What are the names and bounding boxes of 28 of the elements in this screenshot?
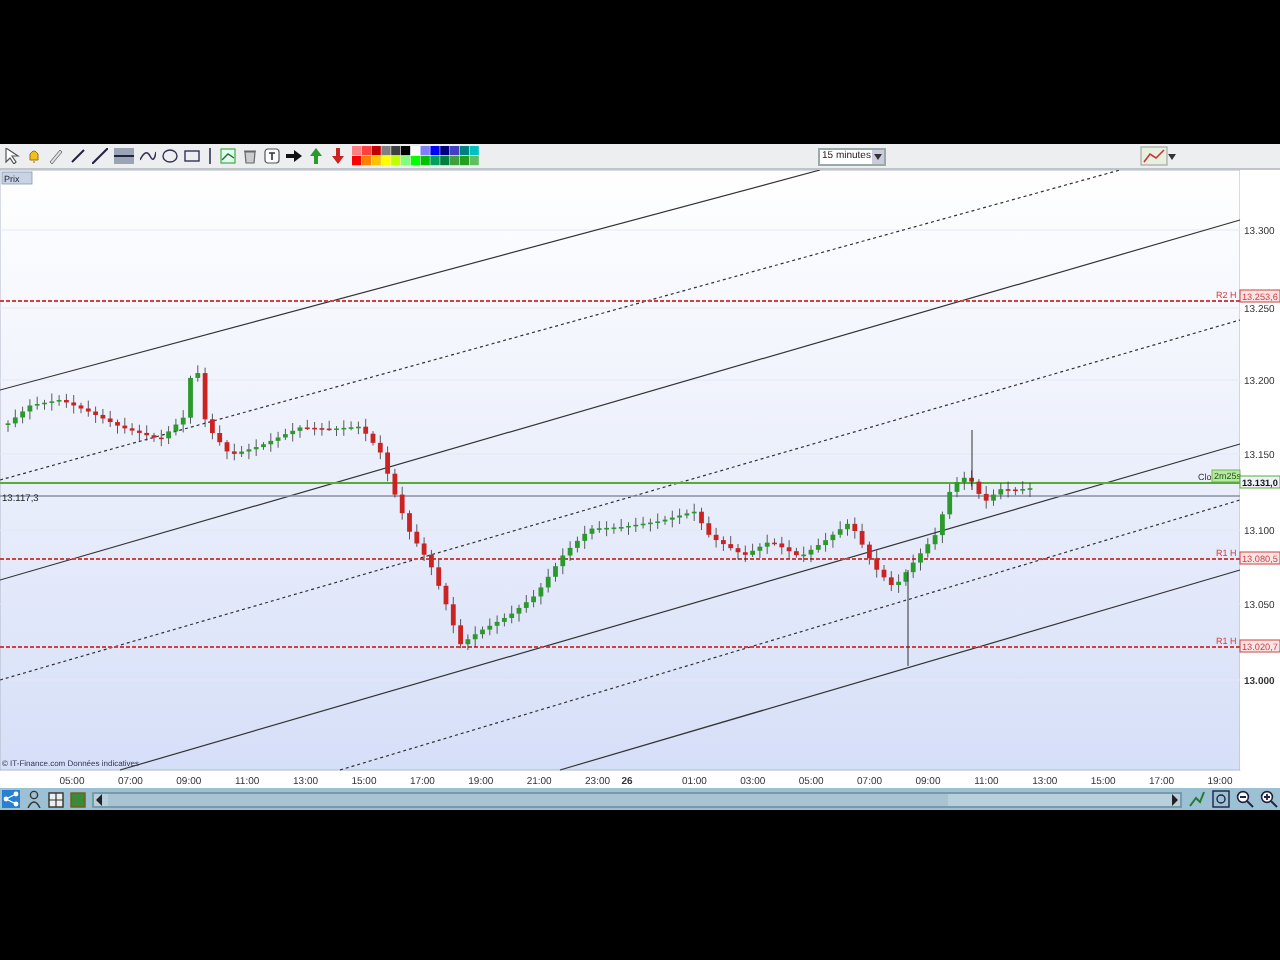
chart-tool-icon[interactable] <box>220 148 236 164</box>
grid-icon[interactable] <box>48 791 64 807</box>
scroll-right-icon[interactable] <box>1170 793 1180 805</box>
chart-settings-icon[interactable] <box>1188 790 1206 808</box>
zoom-out-icon[interactable] <box>1236 790 1254 808</box>
scrollbar-thumb[interactable] <box>108 793 948 805</box>
vertical-line-icon[interactable] <box>206 148 214 164</box>
color-palette[interactable] <box>352 146 480 166</box>
up-arrow-icon[interactable] <box>308 148 324 164</box>
zoom-fit-icon[interactable] <box>1212 790 1230 808</box>
down-arrow-icon[interactable] <box>330 148 346 164</box>
right-arrow-icon[interactable] <box>286 148 302 164</box>
circle-tool-icon[interactable] <box>162 148 178 164</box>
curve-tool-icon[interactable] <box>140 148 156 164</box>
text-tool-icon[interactable] <box>264 148 280 164</box>
dropdown-arrow-icon <box>872 149 884 163</box>
bell-icon[interactable] <box>26 148 42 164</box>
pointer-icon[interactable] <box>4 148 20 164</box>
panel-tab[interactable] <box>1 171 33 185</box>
pencil-icon[interactable] <box>48 148 64 164</box>
person-icon[interactable] <box>26 790 42 808</box>
rectangle-tool-icon[interactable] <box>184 148 200 164</box>
trash-icon[interactable] <box>242 148 258 164</box>
share-icon[interactable] <box>2 790 20 808</box>
scroll-left-icon[interactable] <box>94 793 104 805</box>
scrollbar[interactable] <box>92 791 1182 807</box>
chart-type-icon[interactable] <box>1140 146 1176 166</box>
zoom-in-icon[interactable] <box>1260 790 1278 808</box>
